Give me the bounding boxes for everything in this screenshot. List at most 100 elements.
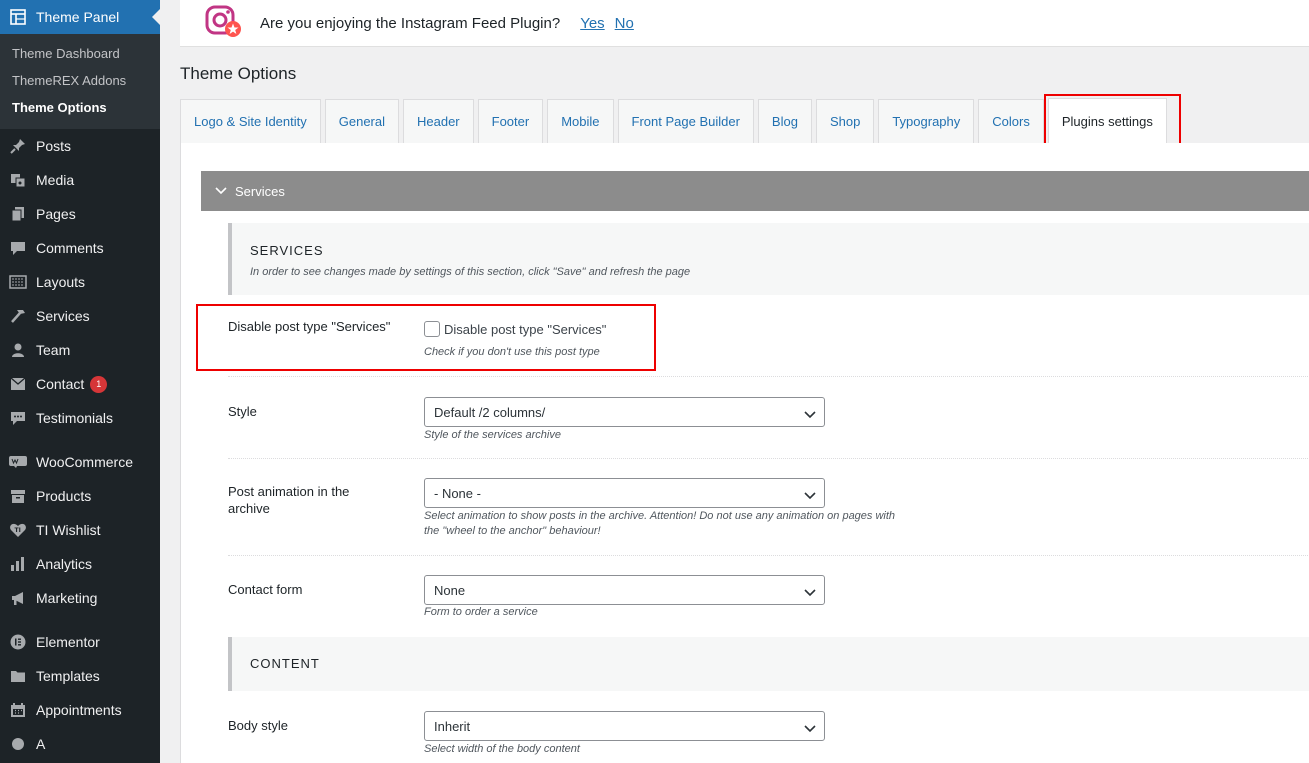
theme-panel-submenu: Theme Dashboard ThemeREX Addons Theme Op… — [0, 34, 160, 129]
sidebar-item-analytics[interactable]: Analytics — [0, 547, 160, 581]
media-icon — [8, 170, 28, 190]
sidebar-item-services[interactable]: Services — [0, 299, 160, 333]
option-label: Style — [228, 404, 257, 419]
sidebar-item-label: Products — [36, 488, 92, 504]
option-description: Form to order a service — [424, 606, 538, 618]
section-toggle-services[interactable]: Services — [201, 171, 1309, 211]
sidebar-item-woocommerce[interactable]: WooCommerce — [0, 445, 160, 479]
option-description: Check if you don't use this post type — [424, 346, 600, 358]
notice-no-link[interactable]: No — [615, 15, 634, 32]
checkbox-box[interactable] — [424, 321, 440, 337]
style-select[interactable]: Default /2 columns/ — [424, 397, 825, 427]
submenu-theme-options[interactable]: Theme Options — [0, 94, 160, 121]
post-animation-select[interactable]: - None - — [424, 478, 825, 508]
sidebar-item-cut-off[interactable]: A — [0, 727, 160, 761]
tab-header[interactable]: Header — [403, 99, 474, 143]
tab-front-page-builder[interactable]: Front Page Builder — [617, 99, 754, 143]
chevron-down-icon — [804, 488, 816, 503]
option-contact-form: Contact form None Form to order a servic… — [228, 556, 1309, 637]
group-services: SERVICES In order to see changes made by… — [228, 223, 1309, 295]
pin-icon — [8, 136, 28, 156]
checkbox-label: Disable post type "Services" — [444, 321, 607, 337]
review-notice: Are you enjoying the Instagram Feed Plug… — [180, 0, 1309, 47]
submenu-theme-dashboard[interactable]: Theme Dashboard — [0, 40, 160, 67]
sidebar-item-label: Media — [36, 172, 75, 188]
sidebar-item-marketing[interactable]: Marketing — [0, 581, 160, 615]
notice-yes-link[interactable]: Yes — [580, 15, 604, 32]
envelope-icon — [8, 374, 28, 394]
sidebar-item-posts[interactable]: Posts — [0, 129, 160, 163]
elementor-icon — [8, 632, 28, 652]
chevron-down-icon — [804, 407, 816, 422]
body-style-select[interactable]: Inherit — [424, 711, 825, 741]
sidebar-item-products[interactable]: Products — [0, 479, 160, 513]
heart-icon: TI — [8, 520, 28, 540]
sidebar-item-label: Appointments — [36, 702, 122, 718]
sidebar-item-templates[interactable]: Templates — [0, 659, 160, 693]
tab-mobile[interactable]: Mobile — [547, 99, 614, 143]
group-content: CONTENT — [228, 637, 1309, 691]
sidebar-item-label: Layouts — [36, 274, 86, 290]
sidebar-item-contact[interactable]: Contact 1 — [0, 367, 160, 401]
option-disable-services: Disable post type "Services" Disable pos… — [228, 295, 1309, 377]
select-value: None — [434, 582, 466, 598]
person-icon — [8, 340, 28, 360]
sidebar-item-pages[interactable]: Pages — [0, 197, 160, 231]
select-value: - None - — [434, 485, 481, 501]
tab-plugins-settings[interactable]: Plugins settings — [1043, 94, 1181, 152]
sidebar-item-layouts[interactable]: Layouts — [0, 265, 160, 299]
svg-text:TI: TI — [15, 527, 21, 534]
bar-chart-icon — [8, 554, 28, 574]
sidebar-item-label: Analytics — [36, 556, 93, 572]
tab-colors[interactable]: Colors — [978, 99, 1044, 143]
comment-icon — [8, 238, 28, 258]
sidebar-item-label: A — [36, 736, 46, 752]
pages-icon — [8, 204, 28, 224]
option-description: Select width of the body content — [424, 743, 580, 755]
menu-separator — [0, 435, 160, 445]
sidebar-item-label: Testimonials — [36, 410, 114, 426]
megaphone-icon — [8, 588, 28, 608]
tab-typography[interactable]: Typography — [878, 99, 975, 143]
sidebar-item-comments[interactable]: Comments — [0, 231, 160, 265]
sidebar-item-label: Posts — [36, 138, 72, 154]
options-tabs: Logo & Site Identity General Header Foot… — [180, 94, 1181, 152]
archive-icon — [8, 486, 28, 506]
sidebar-item-label: Contact — [36, 376, 85, 392]
sidebar-item-label: Marketing — [36, 590, 98, 606]
disable-services-checkbox[interactable]: Disable post type "Services" — [424, 321, 606, 337]
admin-sidebar: Theme Panel Theme Dashboard ThemeREX Add… — [0, 0, 160, 763]
sidebar-item-team[interactable]: Team — [0, 333, 160, 367]
group-description: In order to see changes made by settings… — [250, 266, 691, 278]
layout-icon — [8, 272, 28, 292]
sidebar-item-elementor[interactable]: Elementor — [0, 625, 160, 659]
sidebar-item-label: Team — [36, 342, 71, 358]
chat-bubble-icon — [8, 408, 28, 428]
sidebar-item-appointments[interactable]: Appointments — [0, 693, 160, 727]
tab-general[interactable]: General — [324, 99, 399, 143]
sidebar-item-theme-panel[interactable]: Theme Panel — [0, 0, 160, 34]
option-post-animation: Post animation in the archive - None - S… — [228, 459, 1309, 556]
select-value: Inherit — [434, 718, 471, 734]
submenu-themerex-addons[interactable]: ThemeREX Addons — [0, 67, 160, 94]
tab-footer[interactable]: Footer — [477, 99, 544, 143]
woo-icon — [8, 452, 28, 472]
menu-separator — [0, 615, 160, 625]
section-title: Services — [235, 183, 285, 199]
sidebar-item-testimonials[interactable]: Testimonials — [0, 401, 160, 435]
calendar-icon — [8, 700, 28, 720]
tab-logo-site-identity[interactable]: Logo & Site Identity — [180, 99, 321, 143]
chevron-down-icon — [804, 721, 816, 736]
sidebar-item-media[interactable]: Media — [0, 163, 160, 197]
options-panel: Services SERVICES In order to see change… — [180, 143, 1309, 763]
tab-shop[interactable]: Shop — [815, 99, 875, 143]
tab-blog[interactable]: Blog — [757, 99, 812, 143]
sidebar-item-label: Templates — [36, 668, 100, 684]
sidebar-item-ti-wishlist[interactable]: TI TI Wishlist — [0, 513, 160, 547]
contact-form-select[interactable]: None — [424, 575, 825, 605]
notice-question: Are you enjoying the Instagram Feed Plug… — [260, 14, 561, 32]
sidebar-item-label: Elementor — [36, 634, 100, 650]
sidebar-item-label: Theme Panel — [36, 9, 120, 25]
misc-icon — [8, 734, 28, 754]
instagram-feed-logo-icon — [204, 5, 242, 42]
